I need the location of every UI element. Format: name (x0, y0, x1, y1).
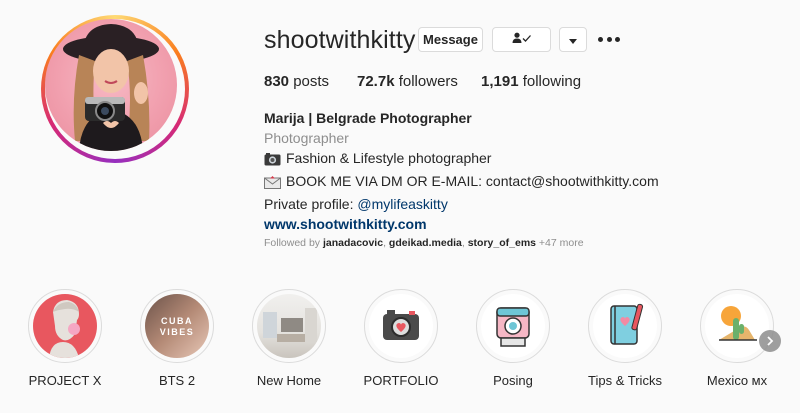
camera-emoji-icon (264, 151, 281, 171)
cactus-sun-icon (705, 294, 769, 358)
camera-heart-icon (369, 294, 433, 358)
following-link[interactable]: 1,191 following (481, 73, 581, 90)
more-options-icon[interactable] (598, 33, 620, 45)
highlight-project-x[interactable]: PROJECT X (20, 289, 110, 388)
highlights-next-arrow-icon[interactable] (759, 330, 781, 352)
message-button[interactable]: Message (418, 27, 483, 52)
followed-by-user[interactable]: story_of_ems (468, 237, 536, 249)
profile-bio: Marija | Belgrade Photographer Photograp… (264, 108, 704, 234)
highlight-cover-statue (33, 294, 97, 358)
profile-username: shootwithkitty (264, 26, 416, 54)
profile-category: Photographer (264, 130, 349, 146)
highlight-bts-2[interactable]: CUBA VIBES BTS 2 (132, 289, 222, 388)
highlight-new-home[interactable]: New Home (244, 289, 334, 388)
profile-avatar[interactable] (41, 15, 189, 163)
following-button[interactable] (492, 27, 551, 52)
bio-line-2: BOOK ME VIA DM OR E-MAIL: contact@shootw… (264, 171, 704, 194)
followed-by-user[interactable]: gdeikad.media (389, 237, 462, 249)
website-link[interactable]: www.shootwithkitty.com (264, 214, 704, 234)
followers-link[interactable]: 72.7k followers (357, 73, 458, 90)
highlight-cover-cuba-vibes: CUBA VIBES (145, 294, 209, 358)
following-check-icon (512, 32, 532, 47)
highlight-portfolio[interactable]: PORTFOLIO (356, 289, 446, 388)
private-profile-mention-link[interactable]: @mylifeaskitty (357, 196, 447, 212)
suggestions-dropdown-button[interactable] (559, 27, 587, 52)
highlight-posing[interactable]: Posing (468, 289, 558, 388)
highlight-tips-and-tricks[interactable]: Tips & Tricks (580, 289, 670, 388)
notebook-heart-icon (593, 294, 657, 358)
profile-full-name: Marija | Belgrade Photographer (264, 110, 472, 126)
caret-down-icon (569, 32, 577, 47)
followed-by-user[interactable]: janadacovic (323, 237, 383, 249)
avatar-photo (45, 19, 177, 151)
instant-camera-icon (481, 294, 545, 358)
followed-by[interactable]: Followed by janadacovic, gdeikad.media, … (264, 237, 584, 249)
highlight-cover-interior (257, 294, 321, 358)
envelope-emoji-icon (264, 174, 281, 194)
bio-private-profile: Private profile: @mylifeaskitty (264, 196, 448, 212)
bio-line-1: Fashion & Lifestyle photographer (264, 148, 704, 171)
posts-count: 830 posts (264, 73, 330, 90)
